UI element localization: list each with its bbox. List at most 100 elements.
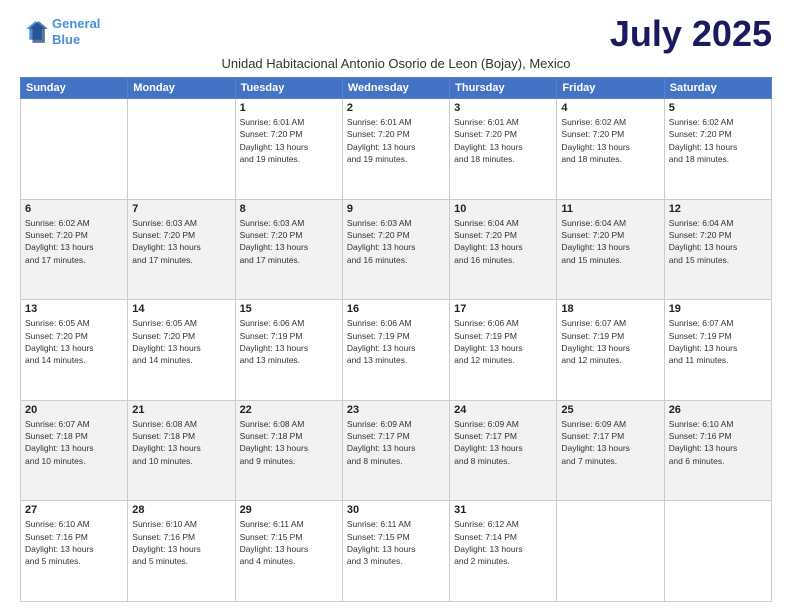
day-info: Sunrise: 6:05 AMSunset: 7:20 PMDaylight:… xyxy=(25,317,123,366)
day-info: Sunrise: 6:07 AMSunset: 7:19 PMDaylight:… xyxy=(669,317,767,366)
day-number: 21 xyxy=(132,404,230,416)
table-row: 30Sunrise: 6:11 AMSunset: 7:15 PMDayligh… xyxy=(342,501,449,602)
day-number: 26 xyxy=(669,404,767,416)
day-number: 29 xyxy=(240,504,338,516)
table-row xyxy=(128,99,235,200)
day-info: Sunrise: 6:10 AMSunset: 7:16 PMDaylight:… xyxy=(25,518,123,567)
day-number: 19 xyxy=(669,303,767,315)
day-info: Sunrise: 6:06 AMSunset: 7:19 PMDaylight:… xyxy=(240,317,338,366)
day-number: 5 xyxy=(669,102,767,114)
day-info: Sunrise: 6:12 AMSunset: 7:14 PMDaylight:… xyxy=(454,518,552,567)
day-number: 2 xyxy=(347,102,445,114)
table-row: 11 Sunrise: 6:04 AMSunset: 7:20 PMDayligh… xyxy=(557,199,664,300)
day-number: 14 xyxy=(132,303,230,315)
week-row-1: 1 Sunrise: 6:01 AMSunset: 7:20 PMDaylight… xyxy=(21,99,772,200)
table-row: 24 Sunrise: 6:09 AMSunset: 7:17 PMDayligh… xyxy=(450,400,557,501)
col-wednesday: Wednesday xyxy=(342,78,449,99)
table-row: 31 Sunrise: 6:12 AMSunset: 7:14 PMDayligh… xyxy=(450,501,557,602)
day-number: 3 xyxy=(454,102,552,114)
week-row-2: 6 Sunrise: 6:02 AMSunset: 7:20 PMDaylight… xyxy=(21,199,772,300)
table-row: 1Sunrise: 6:01 AMSunset: 7:20 PMDaylight… xyxy=(235,99,342,200)
day-info: Sunrise: 6:02 AMSunset: 7:20 PMDaylight:… xyxy=(25,217,123,266)
table-row: 20 Sunrise: 6:07 AMSunset: 7:18 PMDayligh… xyxy=(21,400,128,501)
header: General Blue July 2025 xyxy=(20,16,772,52)
day-info: Sunrise: 6:08 AMSunset: 7:18 PMDaylight:… xyxy=(132,418,230,467)
table-row xyxy=(557,501,664,602)
table-row xyxy=(21,99,128,200)
day-info: Sunrise: 6:03 AMSunset: 7:20 PMDaylight:… xyxy=(132,217,230,266)
day-number: 22 xyxy=(240,404,338,416)
day-number: 9 xyxy=(347,203,445,215)
table-row: 8 Sunrise: 6:03 AMSunset: 7:20 PMDaylight… xyxy=(235,199,342,300)
week-row-5: 27Sunrise: 6:10 AMSunset: 7:16 PMDayligh… xyxy=(21,501,772,602)
day-number: 6 xyxy=(25,203,123,215)
day-info: Sunrise: 6:09 AMSunset: 7:17 PMDaylight:… xyxy=(561,418,659,467)
col-saturday: Saturday xyxy=(664,78,771,99)
table-row: 19 Sunrise: 6:07 AMSunset: 7:19 PMDayligh… xyxy=(664,300,771,401)
day-info: Sunrise: 6:10 AMSunset: 7:16 PMDaylight:… xyxy=(132,518,230,567)
table-row: 23 Sunrise: 6:09 AMSunset: 7:17 PMDayligh… xyxy=(342,400,449,501)
day-number: 23 xyxy=(347,404,445,416)
table-row: 22Sunrise: 6:08 AMSunset: 7:18 PMDayligh… xyxy=(235,400,342,501)
col-thursday: Thursday xyxy=(450,78,557,99)
table-row: 4 Sunrise: 6:02 AMSunset: 7:20 PMDaylight… xyxy=(557,99,664,200)
table-row: 7 Sunrise: 6:03 AMSunset: 7:20 PMDaylight… xyxy=(128,199,235,300)
day-number: 16 xyxy=(347,303,445,315)
header-row: Sunday Monday Tuesday Wednesday Thursday… xyxy=(21,78,772,99)
table-row: 13 Sunrise: 6:05 AMSunset: 7:20 PMDayligh… xyxy=(21,300,128,401)
day-number: 25 xyxy=(561,404,659,416)
day-info: Sunrise: 6:07 AMSunset: 7:18 PMDaylight:… xyxy=(25,418,123,467)
day-info: Sunrise: 6:03 AMSunset: 7:20 PMDaylight:… xyxy=(347,217,445,266)
logo: General Blue xyxy=(20,16,100,47)
table-row: 27Sunrise: 6:10 AMSunset: 7:16 PMDayligh… xyxy=(21,501,128,602)
day-info: Sunrise: 6:06 AMSunset: 7:19 PMDaylight:… xyxy=(454,317,552,366)
logo-line2: Blue xyxy=(52,32,80,47)
table-row: 26Sunrise: 6:10 AMSunset: 7:16 PMDayligh… xyxy=(664,400,771,501)
table-row: 12 Sunrise: 6:04 AMSunset: 7:20 PMDayligh… xyxy=(664,199,771,300)
week-row-3: 13 Sunrise: 6:05 AMSunset: 7:20 PMDayligh… xyxy=(21,300,772,401)
day-number: 13 xyxy=(25,303,123,315)
day-info: Sunrise: 6:02 AMSunset: 7:20 PMDaylight:… xyxy=(669,116,767,165)
calendar: Sunday Monday Tuesday Wednesday Thursday… xyxy=(20,77,772,602)
day-number: 30 xyxy=(347,504,445,516)
calendar-body: 1 Sunrise: 6:01 AMSunset: 7:20 PMDaylight… xyxy=(21,99,772,602)
day-info: Sunrise: 6:01 AMSunset: 7:20 PMDaylight:… xyxy=(454,116,552,165)
table-row: 10Sunrise: 6:04 AMSunset: 7:20 PMDayligh… xyxy=(450,199,557,300)
day-number: 12 xyxy=(669,203,767,215)
month-year: July 2025 xyxy=(610,16,772,52)
day-info: Sunrise: 6:04 AMSunset: 7:20 PMDaylight:… xyxy=(561,217,659,266)
week-row-4: 20 Sunrise: 6:07 AMSunset: 7:18 PMDayligh… xyxy=(21,400,772,501)
title-block: July 2025 xyxy=(610,16,772,52)
day-number: 11 xyxy=(561,203,659,215)
table-row: 21 Sunrise: 6:08 AMSunset: 7:18 PMDayligh… xyxy=(128,400,235,501)
table-row: 18Sunrise: 6:07 AMSunset: 7:19 PMDayligh… xyxy=(557,300,664,401)
col-friday: Friday xyxy=(557,78,664,99)
day-number: 31 xyxy=(454,504,552,516)
table-row xyxy=(664,501,771,602)
day-number: 24 xyxy=(454,404,552,416)
table-row: 3 Sunrise: 6:01 AMSunset: 7:20 PMDaylight… xyxy=(450,99,557,200)
day-info: Sunrise: 6:06 AMSunset: 7:19 PMDaylight:… xyxy=(347,317,445,366)
day-info: Sunrise: 6:03 AMSunset: 7:20 PMDaylight:… xyxy=(240,217,338,266)
table-row: 9 Sunrise: 6:03 AMSunset: 7:20 PMDaylight… xyxy=(342,199,449,300)
day-info: Sunrise: 6:09 AMSunset: 7:17 PMDaylight:… xyxy=(454,418,552,467)
day-number: 8 xyxy=(240,203,338,215)
day-number: 10 xyxy=(454,203,552,215)
day-info: Sunrise: 6:04 AMSunset: 7:20 PMDaylight:… xyxy=(669,217,767,266)
table-row: 29Sunrise: 6:11 AMSunset: 7:15 PMDayligh… xyxy=(235,501,342,602)
day-number: 4 xyxy=(561,102,659,114)
day-number: 20 xyxy=(25,404,123,416)
day-info: Sunrise: 6:02 AMSunset: 7:20 PMDaylight:… xyxy=(561,116,659,165)
day-info: Sunrise: 6:09 AMSunset: 7:17 PMDaylight:… xyxy=(347,418,445,467)
table-row: 14Sunrise: 6:05 AMSunset: 7:20 PMDayligh… xyxy=(128,300,235,401)
day-number: 18 xyxy=(561,303,659,315)
logo-icon xyxy=(20,18,48,46)
table-row: 5 Sunrise: 6:02 AMSunset: 7:20 PMDaylight… xyxy=(664,99,771,200)
table-row: 16 Sunrise: 6:06 AMSunset: 7:19 PMDayligh… xyxy=(342,300,449,401)
day-number: 1 xyxy=(240,102,338,114)
day-number: 7 xyxy=(132,203,230,215)
page: General Blue July 2025 Unidad Habitacion… xyxy=(0,0,792,612)
table-row: 6 Sunrise: 6:02 AMSunset: 7:20 PMDaylight… xyxy=(21,199,128,300)
day-number: 28 xyxy=(132,504,230,516)
day-number: 15 xyxy=(240,303,338,315)
